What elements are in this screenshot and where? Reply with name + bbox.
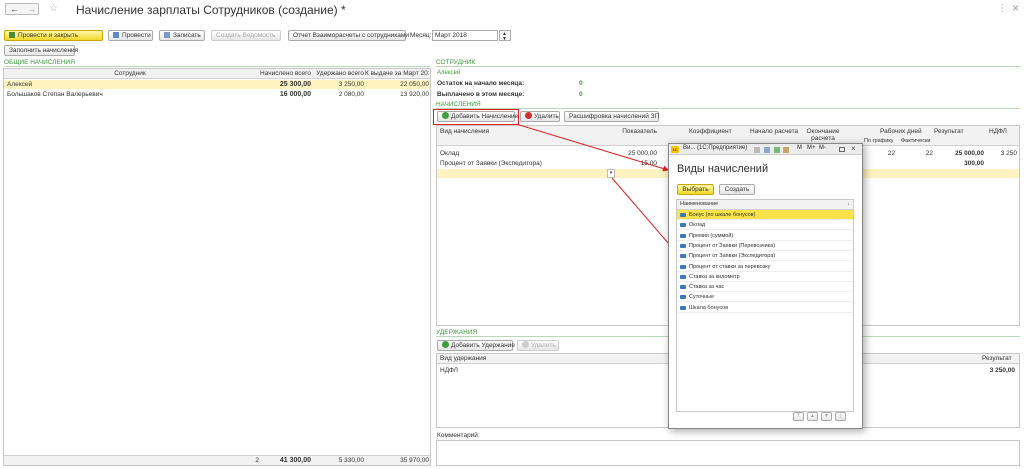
catalog-item-icon: [680, 243, 686, 248]
list-item[interactable]: Процент от Заявки (Экспедитора): [677, 251, 853, 262]
save-icon[interactable]: [754, 147, 760, 153]
list-item-label: Премия (суммой): [689, 232, 734, 239]
annotation-arrows: [515, 123, 676, 252]
list-item-label: Ставка за километр: [689, 273, 740, 280]
select-button[interactable]: Выбрать: [677, 184, 714, 195]
sort-icon: ↓: [847, 201, 851, 207]
accrual-types-dialog[interactable]: 1C Ви... (1С:Предприятие) M M+ M- × Виды…: [668, 143, 863, 429]
list-item-label: Суточные: [689, 294, 715, 301]
list-item-label: Процент от ставки за перевозку: [689, 263, 771, 270]
catalog-item-icon: [680, 254, 686, 259]
catalog-item-icon: [680, 223, 686, 228]
list-item[interactable]: Шкала бонусов: [677, 303, 853, 313]
list-item-label: Процент от Заявки (Перевозчика): [689, 242, 776, 249]
first-page-button[interactable]: ⤒: [793, 412, 804, 421]
calculator-icon[interactable]: [774, 147, 780, 153]
dialog-heading: Виды начислений: [677, 163, 769, 175]
list-item-label: Ставка за час: [689, 284, 725, 291]
memory-minus-button[interactable]: M-: [819, 145, 826, 151]
1c-logo-icon: 1C: [671, 146, 679, 153]
memory-plus-button[interactable]: M+: [807, 145, 816, 151]
list-item-label: Процент от Заявки (Экспедитора): [689, 253, 776, 260]
dialog-window-title: Ви... (1С:Предприятие): [683, 145, 748, 151]
list-header: Наименование ↓: [677, 200, 853, 210]
maximize-icon[interactable]: [839, 147, 845, 152]
arrow-to-item: [611, 177, 676, 252]
catalog-item-icon: [680, 305, 686, 310]
close-icon[interactable]: ×: [851, 144, 856, 153]
list-item-label: Бонус (по шкале бонусов): [689, 212, 756, 218]
col-name[interactable]: Наименование: [680, 201, 718, 207]
catalog-item-icon: [680, 213, 686, 217]
catalog-item-icon: [680, 264, 686, 269]
memory-button[interactable]: M: [797, 145, 802, 151]
list-item[interactable]: Суточные: [677, 292, 853, 303]
calendar-icon[interactable]: [783, 147, 789, 153]
list-item[interactable]: Оклад: [677, 220, 853, 231]
arrow-to-list: [515, 123, 669, 172]
list-item[interactable]: Бонус (по шкале бонусов): [677, 210, 853, 220]
dialog-titlebar: 1C Ви... (1С:Предприятие) M M+ M- ×: [669, 144, 862, 155]
list-item[interactable]: Процент от ставки за перевозку: [677, 262, 853, 272]
catalog-item-icon: [680, 233, 686, 238]
list-item-label: Шкала бонусов: [689, 304, 729, 311]
next-page-button[interactable]: ▼: [821, 412, 832, 421]
list-nav: ⤒ ▲ ▼ ⤓: [793, 412, 849, 421]
print-icon[interactable]: [764, 147, 770, 153]
list-item[interactable]: Процент от Заявки (Перевозчика): [677, 241, 853, 251]
list-item[interactable]: Премия (суммой): [677, 231, 853, 241]
list-item[interactable]: Ставка за час: [677, 282, 853, 293]
catalog-item-icon: [680, 285, 686, 290]
last-page-button[interactable]: ⤓: [835, 412, 846, 421]
create-button[interactable]: Создать: [719, 184, 755, 195]
catalog-item-icon: [680, 295, 686, 300]
prev-page-button[interactable]: ▲: [807, 412, 818, 421]
catalog-item-icon: [680, 274, 686, 279]
list-item[interactable]: Ставка за километр: [677, 272, 853, 282]
list-item-label: Оклад: [689, 222, 706, 229]
